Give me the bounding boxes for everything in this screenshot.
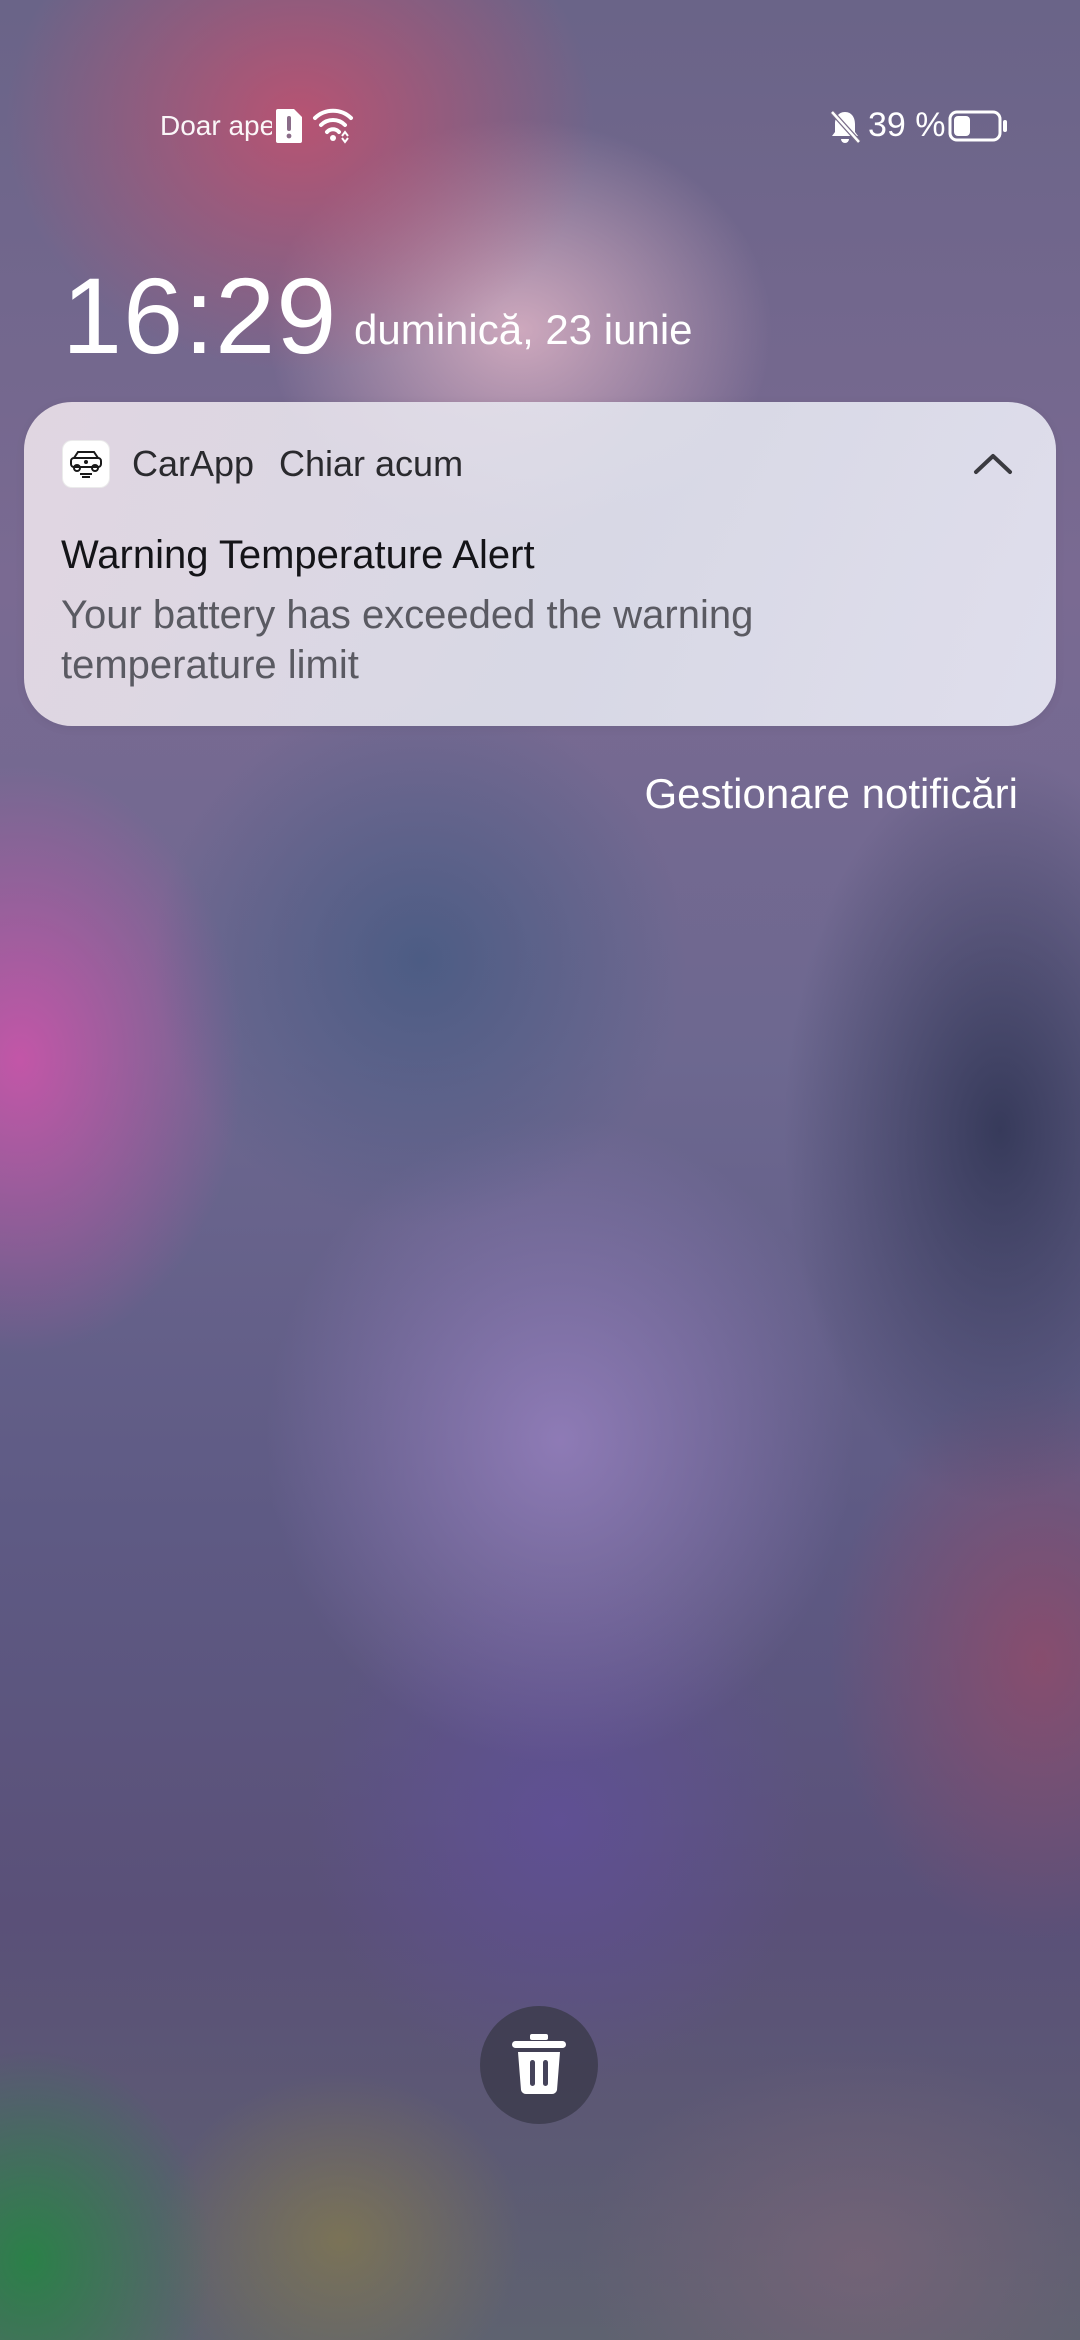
trash-icon (512, 2034, 566, 2095)
wifi-icon (313, 108, 353, 144)
notification-card[interactable]: CarApp Chiar acum Warning Temperature Al… (24, 402, 1056, 726)
status-bar: Doar apeluri de urgență 39 % (0, 100, 1080, 156)
battery-fill (954, 116, 970, 136)
collapse-notification-button[interactable] (970, 446, 1016, 480)
clear-notifications-button[interactable] (480, 2006, 598, 2124)
lockscreen-date: duminică, 23 iunie (354, 306, 693, 353)
notification-title: Warning Temperature Alert (61, 533, 535, 577)
manage-notifications-link[interactable]: Gestionare notificări (644, 768, 1018, 820)
carrier-label: Doar apeluri de urgență (160, 110, 272, 141)
sim-alert-icon (276, 109, 302, 143)
notification-time: Chiar acum (279, 443, 464, 484)
lockscreen-clock: 16:29 (62, 255, 338, 376)
bell-off-icon (830, 110, 861, 144)
notification-app-name: CarApp (132, 443, 255, 484)
car-app-icon (62, 440, 110, 488)
battery-percent: 39 % (868, 106, 946, 144)
battery-icon (948, 110, 1007, 142)
chevron-up-icon (974, 454, 1012, 474)
notification-body: Your battery has exceeded the warning te… (61, 593, 754, 687)
